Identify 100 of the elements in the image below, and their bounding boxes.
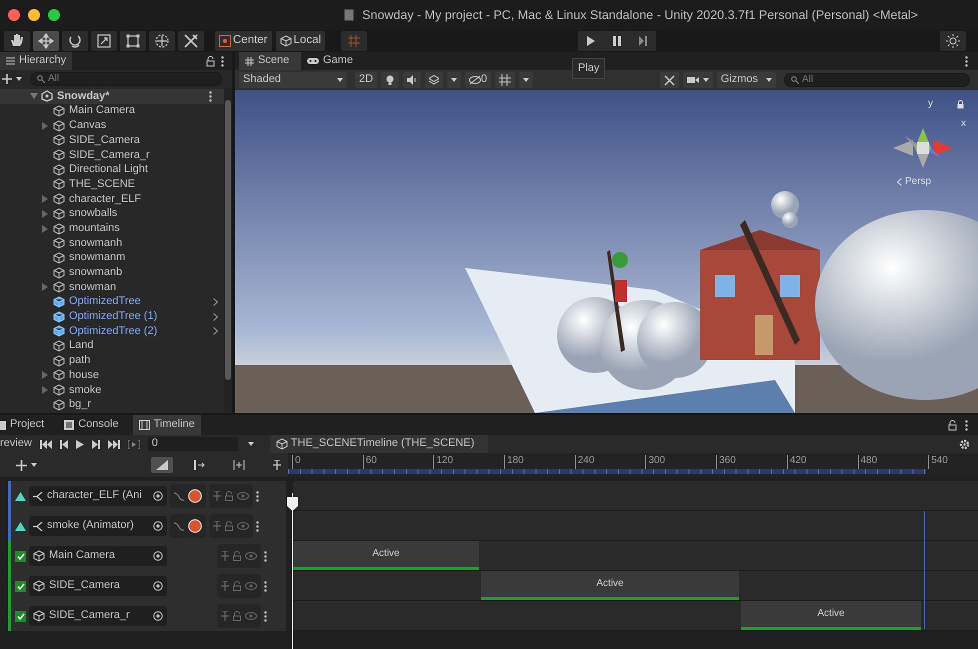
dropdown-button[interactable]	[248, 442, 254, 446]
minimize-button[interactable]	[28, 9, 40, 21]
settings-icon[interactable]	[959, 438, 970, 450]
close-button[interactable]	[8, 9, 20, 21]
transport-button[interactable]	[108, 440, 120, 448]
timeline-tool-button[interactable]	[151, 457, 174, 473]
tool-button[interactable]	[91, 31, 117, 51]
dropdown-button[interactable]	[519, 72, 534, 88]
pin-icon[interactable]	[213, 491, 221, 501]
gizmos-dropdown[interactable]: Gizmos	[716, 72, 776, 88]
grid-snap-button[interactable]	[341, 31, 368, 51]
eye-icon[interactable]	[245, 552, 257, 560]
more-icon[interactable]	[256, 520, 259, 532]
record-icon[interactable]	[188, 489, 202, 503]
hierarchy-item[interactable]: SIDE_Camera	[69, 134, 140, 147]
hierarchy-item[interactable]: Main Camera	[69, 104, 136, 118]
hierarchy-item[interactable]: bg_r	[69, 398, 92, 412]
lock-icon[interactable]	[948, 420, 957, 430]
tool-button[interactable]	[120, 31, 146, 51]
hierarchy-item[interactable]: SIDE_Camera_r	[69, 148, 150, 162]
checkbox[interactable]	[15, 580, 26, 592]
pin-icon[interactable]	[221, 611, 229, 621]
end-marker[interactable]	[924, 511, 925, 629]
collapsed-arrow-icon[interactable]	[42, 122, 48, 130]
hierarchy-item[interactable]: THE_SCENE	[69, 178, 136, 192]
eye-icon[interactable]	[237, 522, 249, 530]
hierarchy-item[interactable]: OptimizedTree	[69, 295, 141, 309]
hierarchy-item[interactable]: OptimizedTree (2)	[69, 324, 158, 338]
collapsed-arrow-icon[interactable]	[42, 195, 48, 204]
search-field[interactable]: All	[784, 73, 970, 87]
more-icon[interactable]	[965, 56, 968, 66]
tool-button[interactable]	[33, 31, 59, 51]
more-icon[interactable]	[264, 610, 267, 622]
checkbox[interactable]	[15, 550, 26, 562]
eye-icon[interactable]	[245, 612, 257, 620]
collapsed-arrow-icon[interactable]	[42, 210, 48, 218]
eye-icon[interactable]	[245, 582, 257, 590]
tab[interactable]: Scene	[239, 52, 301, 70]
hierarchy-item[interactable]: character_ELF	[69, 192, 142, 206]
lock-icon[interactable]	[957, 100, 964, 109]
search-field[interactable]: All	[30, 72, 222, 86]
scene-toggle-button[interactable]	[381, 72, 399, 88]
hierarchy-item[interactable]: snowmanh	[69, 236, 122, 250]
frame-field[interactable]: 0	[148, 437, 238, 451]
add-button[interactable]	[2, 74, 22, 84]
more-icon[interactable]	[209, 90, 212, 102]
more-icon[interactable]	[256, 490, 259, 502]
tool-button[interactable]	[178, 31, 204, 51]
handle-rotation-button[interactable]: Local	[276, 31, 326, 51]
hidden-objects-toggle[interactable]: 0	[465, 72, 492, 88]
pin-icon[interactable]	[213, 521, 221, 531]
transport-button[interactable]	[128, 440, 140, 448]
hierarchy-item[interactable]: Land	[69, 339, 94, 353]
collapsed-arrow-icon[interactable]	[42, 371, 48, 380]
scrollbar-thumb[interactable]	[225, 100, 231, 380]
hierarchy-item[interactable]: Canvas	[69, 119, 106, 132]
hierarchy-item[interactable]: snowmanb	[69, 266, 122, 280]
track-binding-field[interactable]: Main Camera	[29, 546, 167, 566]
tool-button[interactable]	[62, 31, 88, 51]
camera-dropdown[interactable]	[682, 72, 713, 88]
hierarchy-item[interactable]: snowballs	[69, 207, 118, 220]
collapsed-arrow-icon[interactable]	[42, 386, 48, 394]
track-binding-field[interactable]: SIDE_Camera	[29, 576, 167, 596]
track-binding-field[interactable]: character_ELF (Ani	[29, 486, 167, 506]
target-icon[interactable]	[153, 521, 163, 531]
tab[interactable]: Project	[0, 415, 50, 435]
hierarchy-item[interactable]: path	[69, 354, 90, 368]
tab[interactable]: Console	[58, 415, 125, 435]
transport-button[interactable]	[92, 440, 100, 448]
hierarchy-tab[interactable]: Hierarchy	[0, 52, 72, 70]
transport-button[interactable]	[40, 440, 52, 448]
breadcrumb[interactable]: THE_SCENETimeline (THE_SCENE)	[270, 435, 488, 453]
maximize-button[interactable]	[48, 9, 60, 21]
target-icon[interactable]	[153, 551, 163, 561]
collapsed-arrow-icon[interactable]	[42, 283, 48, 292]
hierarchy-item[interactable]: smoke	[69, 384, 102, 397]
activation-clip[interactable]: Active	[741, 601, 921, 630]
eye-icon[interactable]	[237, 492, 249, 500]
more-icon[interactable]	[965, 420, 968, 430]
hierarchy-item[interactable]: mountains	[69, 222, 120, 236]
more-icon[interactable]	[264, 580, 267, 592]
track-binding-field[interactable]: smoke (Animator)	[29, 516, 167, 536]
tools-button[interactable]	[660, 72, 679, 88]
curves-icon[interactable]	[174, 522, 184, 530]
hierarchy-item[interactable]: OptimizedTree (1)	[69, 310, 158, 324]
hierarchy-item[interactable]: house	[69, 368, 99, 382]
hierarchy-item[interactable]: snowman	[69, 280, 116, 294]
checkbox[interactable]	[15, 610, 26, 622]
add-track-button[interactable]	[16, 460, 37, 470]
target-icon[interactable]	[153, 491, 163, 501]
tool-button[interactable]	[4, 31, 30, 51]
activation-clip[interactable]: Active	[481, 571, 739, 600]
pin-icon[interactable]	[221, 581, 229, 591]
target-icon[interactable]	[153, 611, 163, 621]
hierarchy-item[interactable]: snowmanm	[69, 251, 126, 264]
collapsed-arrow-icon[interactable]	[42, 224, 48, 233]
expanded-arrow-icon[interactable]	[30, 92, 38, 100]
tool-button[interactable]	[149, 31, 175, 51]
transport-button[interactable]	[60, 440, 68, 448]
dropdown-button[interactable]	[447, 72, 461, 88]
